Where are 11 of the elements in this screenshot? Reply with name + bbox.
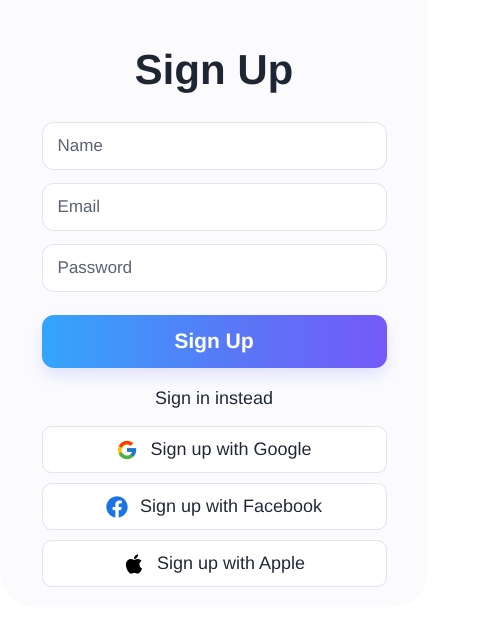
facebook-sign-up-button[interactable]: Sign up with Facebook (42, 483, 386, 530)
page-title: Sign Up (134, 46, 294, 94)
sign-up-button[interactable]: Sign Up (42, 315, 386, 368)
sign-in-link[interactable]: Sign in instead (154, 386, 274, 410)
input-field[interactable]: Email (42, 183, 386, 231)
input-field[interactable]: Password (42, 244, 386, 292)
facebook-icon (106, 496, 128, 518)
google-icon (116, 438, 138, 460)
apple-sign-up-button[interactable]: Sign up with Apple (42, 540, 386, 587)
google-sign-up-button[interactable]: Sign up with Google (42, 426, 386, 473)
input-field[interactable]: Name (42, 122, 386, 170)
